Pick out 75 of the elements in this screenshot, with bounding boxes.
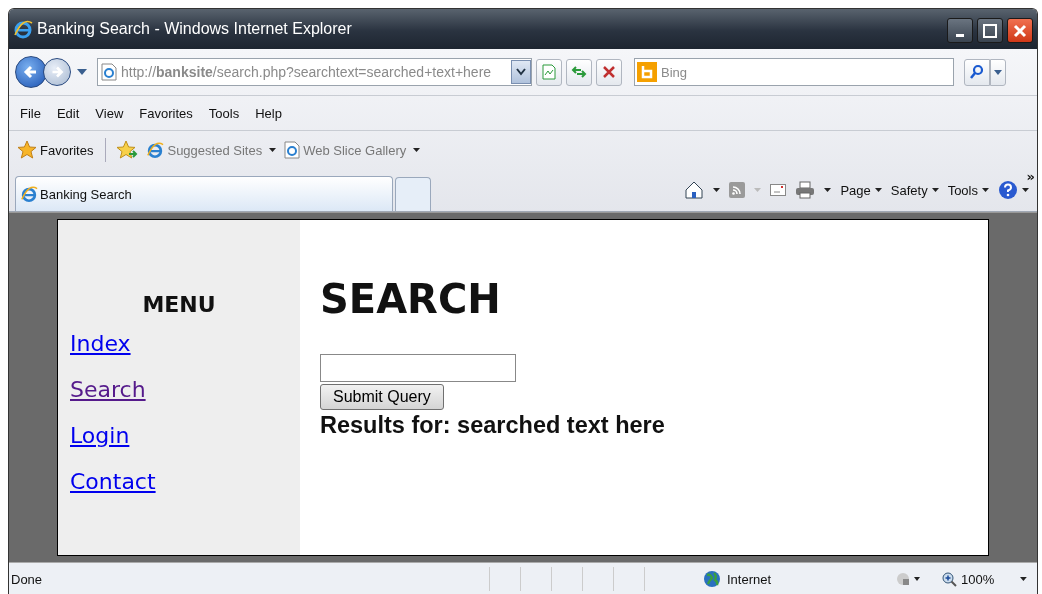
caret-icon [1022, 188, 1029, 192]
dropdown-icon[interactable] [1020, 577, 1027, 581]
page-icon [101, 63, 117, 81]
search-icon [969, 64, 985, 80]
help-button[interactable] [998, 180, 1029, 200]
dropdown-icon[interactable] [824, 188, 832, 192]
status-text: Done [11, 571, 44, 587]
favorites-button[interactable]: Favorites [15, 138, 96, 162]
window-title: Banking Search - Windows Internet Explorer [37, 20, 352, 38]
menu-item[interactable]: Tools [201, 103, 247, 123]
dropdown-icon[interactable] [77, 69, 87, 75]
minimize-icon [956, 34, 964, 37]
close-button[interactable] [1007, 18, 1033, 43]
security-zone: Internet [703, 570, 887, 588]
close-icon [602, 65, 616, 79]
menu-link[interactable]: Contact [70, 469, 156, 494]
lock-icon [894, 571, 921, 587]
feed-icon[interactable] [729, 182, 746, 198]
command-menu[interactable]: Page [840, 182, 882, 198]
menu-link[interactable]: Search [70, 377, 146, 402]
menu-link[interactable]: Login [70, 423, 130, 448]
minimize-button[interactable] [947, 18, 973, 43]
menu-item[interactable]: Favorites [132, 103, 200, 123]
star-icon [17, 140, 37, 160]
search-input[interactable] [320, 354, 516, 382]
caret-icon [982, 188, 989, 192]
caret-icon [269, 148, 277, 152]
mail-icon[interactable] [770, 184, 787, 196]
command-menu[interactable]: Safety [890, 182, 939, 198]
forward-button[interactable] [43, 58, 71, 86]
browser-logo-icon [13, 19, 33, 39]
zoom-icon [940, 571, 957, 587]
close-icon [1013, 23, 1027, 38]
submit-button[interactable]: Submit Query [320, 384, 444, 410]
caret-icon [994, 69, 1002, 75]
stop-button[interactable] [596, 58, 622, 86]
caret-icon [874, 188, 882, 192]
maximize-icon [983, 23, 997, 38]
search-options-button[interactable] [990, 58, 1006, 86]
menu-item[interactable]: File [13, 103, 48, 123]
menu-item[interactable]: Help [248, 103, 289, 123]
help-icon [998, 180, 1018, 200]
search-button[interactable] [964, 58, 990, 86]
page-heading: SEARCH [320, 276, 501, 322]
command-menu[interactable]: Tools [947, 182, 989, 198]
refresh-button[interactable] [566, 58, 592, 86]
search-field[interactable]: Bing [634, 58, 954, 86]
menu-title: MENU [141, 292, 217, 317]
refresh-icon [571, 64, 587, 80]
caret-icon [413, 148, 421, 152]
browser-logo-icon [146, 141, 165, 159]
browser-tab[interactable]: Banking Search [15, 176, 393, 211]
dropdown-icon[interactable] [713, 188, 721, 192]
menu-link[interactable]: Index [70, 331, 131, 356]
home-icon[interactable] [684, 180, 705, 200]
chevron-down-icon [516, 68, 526, 76]
menu-item[interactable]: View [88, 103, 131, 123]
caret-icon [931, 188, 939, 192]
back-button[interactable] [15, 56, 47, 88]
search-provider-icon [637, 62, 657, 82]
results-text: Results for: searched text here [320, 412, 665, 439]
menu-item[interactable]: Edit [49, 103, 87, 123]
zoom-level[interactable]: 100% [940, 571, 995, 587]
page-icon [284, 141, 301, 159]
address-dropdown-button[interactable] [511, 60, 531, 84]
browser-logo-icon [20, 185, 38, 203]
printer-icon[interactable] [795, 181, 816, 199]
favorites-link[interactable]: Suggested Sites [144, 139, 279, 161]
chart-page-icon [541, 64, 557, 80]
favorites-link[interactable]: Web Slice Gallery [282, 139, 423, 161]
toolbar-overflow-button[interactable]: » [1026, 169, 1035, 184]
protected-mode-button[interactable] [894, 571, 921, 587]
maximize-button[interactable] [977, 18, 1003, 43]
address-field[interactable]: http://banksite/search.php?searchtext=searched+text+here [97, 58, 532, 86]
globe-icon [703, 570, 721, 588]
